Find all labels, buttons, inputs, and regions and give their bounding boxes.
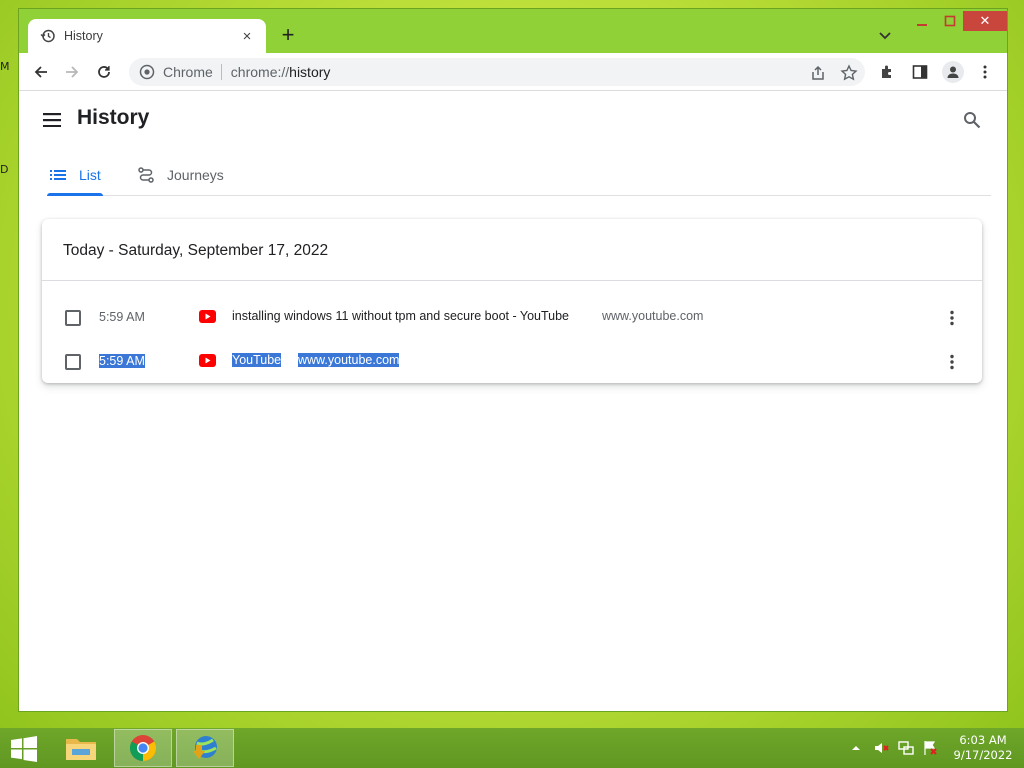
side-panel-icon	[912, 65, 928, 79]
bookmark-star-icon[interactable]	[840, 64, 858, 82]
desktop-icon-label: M	[0, 60, 10, 73]
taskbar-download-manager[interactable]	[176, 729, 234, 767]
profile-avatar-button[interactable]	[942, 61, 964, 83]
entry-time: 5:59 AM	[99, 354, 145, 368]
history-tabs: List Journeys	[47, 155, 991, 196]
folder-icon	[66, 739, 96, 760]
taskbar-file-explorer[interactable]	[52, 729, 110, 767]
history-page: History List Journeys Today - Saturday, …	[19, 91, 1007, 711]
desktop-icon-label: D	[0, 163, 9, 176]
maximize-button[interactable]	[935, 11, 965, 31]
maximize-icon	[944, 15, 956, 27]
extensions-button[interactable]	[878, 62, 898, 82]
clock-date: 9/17/2022	[953, 748, 1013, 762]
url-path: history	[289, 64, 331, 80]
entry-checkbox[interactable]	[65, 354, 81, 370]
journeys-icon	[138, 167, 154, 183]
entry-domain: www.youtube.com	[602, 309, 704, 323]
more-vertical-icon	[983, 65, 987, 79]
chrome-site-icon	[139, 64, 155, 80]
page-title: History	[77, 106, 150, 129]
reload-button[interactable]	[94, 62, 114, 82]
search-icon[interactable]	[963, 111, 981, 129]
tab-journeys-label: Journeys	[167, 167, 224, 183]
title-bar: History × + ✕	[19, 9, 1007, 53]
chrome-menu-button[interactable]	[975, 62, 995, 82]
list-icon	[50, 170, 66, 180]
entry-title-link[interactable]: YouTube	[232, 353, 282, 367]
arrow-left-icon	[34, 66, 47, 78]
history-entry[interactable]: 5:59 AM YouTube www.youtube.com	[42, 340, 982, 384]
share-icon[interactable]	[809, 64, 827, 82]
chrome-icon	[129, 735, 157, 762]
chevron-down-icon[interactable]	[877, 27, 893, 43]
globe-download-icon	[193, 736, 217, 759]
card-header: Today - Saturday, September 17, 2022	[42, 219, 982, 281]
system-clock[interactable]: 6:03 AM 9/17/2022	[948, 733, 1018, 763]
network-icon[interactable]	[898, 740, 914, 756]
back-button[interactable]	[31, 62, 51, 82]
minimize-icon	[917, 24, 927, 26]
site-chip: Chrome	[163, 64, 222, 80]
arrow-right-icon	[66, 66, 79, 78]
more-vertical-icon[interactable]	[942, 352, 962, 372]
entry-checkbox[interactable]	[65, 310, 81, 326]
history-entry[interactable]: 5:59 AM installing windows 11 without tp…	[42, 296, 982, 340]
youtube-favicon-icon	[199, 310, 216, 323]
date-heading: Today - Saturday, September 17, 2022	[63, 242, 329, 259]
history-icon	[40, 29, 55, 43]
tab-list[interactable]: List	[47, 155, 103, 196]
browser-toolbar: Chrome chrome://history	[19, 53, 1007, 91]
url-text[interactable]: chrome://history	[231, 64, 331, 80]
hamburger-menu-icon[interactable]	[43, 113, 61, 127]
tab-title: History	[64, 29, 103, 43]
side-panel-button[interactable]	[910, 62, 930, 82]
windows-start-icon[interactable]	[10, 736, 38, 762]
chrome-window: History × + ✕ Chrome chrome://history Hi…	[18, 8, 1008, 712]
chevron-up-icon[interactable]	[850, 740, 862, 756]
entry-title-link[interactable]: installing windows 11 without tpm and se…	[232, 309, 569, 323]
taskbar-chrome[interactable]	[114, 729, 172, 767]
tab-journeys[interactable]: Journeys	[135, 155, 224, 195]
clock-time: 6:03 AM	[959, 733, 1007, 747]
puzzle-icon	[882, 65, 891, 78]
tab-history[interactable]: History ×	[28, 19, 266, 53]
person-icon	[947, 66, 959, 78]
taskbar: 6:03 AM 9/17/2022	[0, 728, 1024, 768]
minimize-button[interactable]	[907, 11, 937, 31]
action-center-flag-icon[interactable]	[922, 740, 938, 756]
active-tab-underline	[47, 193, 103, 196]
more-vertical-icon[interactable]	[942, 308, 962, 328]
entry-time: 5:59 AM	[99, 310, 145, 324]
close-tab-button[interactable]: ×	[238, 28, 256, 45]
url-scheme: chrome://	[230, 64, 290, 80]
youtube-favicon-icon	[199, 354, 216, 367]
forward-button[interactable]	[62, 62, 82, 82]
history-day-card: Today - Saturday, September 17, 2022 5:5…	[42, 219, 982, 383]
speaker-muted-icon[interactable]	[874, 740, 890, 756]
reload-icon	[98, 66, 110, 78]
address-bar[interactable]: Chrome chrome://history	[129, 58, 865, 86]
close-window-button[interactable]: ✕	[963, 11, 1007, 31]
new-tab-button[interactable]: +	[277, 24, 299, 47]
entry-domain: www.youtube.com	[298, 353, 400, 367]
tab-list-label: List	[79, 167, 101, 183]
